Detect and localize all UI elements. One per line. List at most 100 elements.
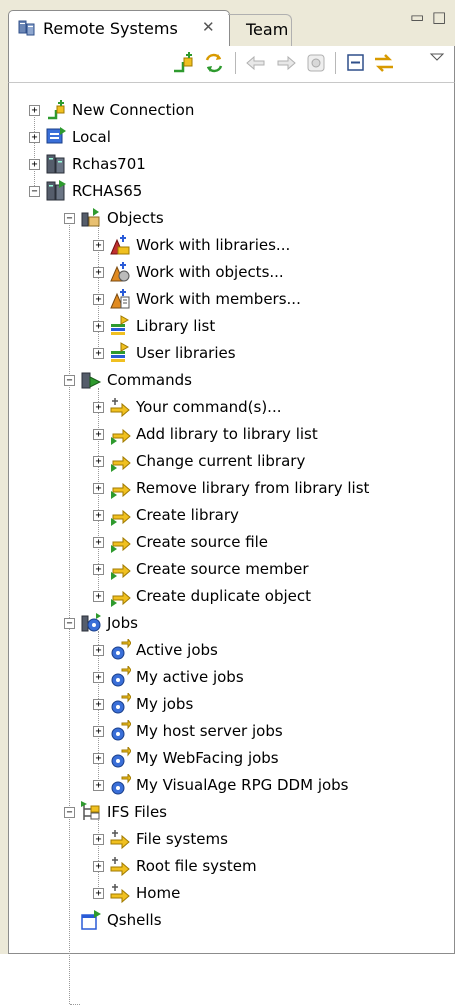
tree-node-label: Your command(s)... [136, 398, 282, 416]
remote-systems-icon [18, 20, 35, 36]
tab-team[interactable]: Team [228, 14, 292, 46]
forward-icon[interactable] [273, 50, 299, 76]
expand-icon[interactable]: + [93, 834, 104, 845]
tree-node-label: Rchas701 [72, 155, 146, 173]
toolbar-separator [335, 52, 336, 74]
collapse-icon[interactable]: − [64, 618, 75, 629]
object-filter-icon [110, 262, 130, 282]
command-icon [111, 455, 131, 472]
view-toolbar [8, 46, 455, 82]
expand-icon[interactable]: + [93, 861, 104, 872]
tree-node-label: My WebFacing jobs [136, 749, 279, 767]
view-tab-bar: Remote Systems ✕ Team ▭ □ [0, 0, 455, 46]
job-filter-icon [111, 720, 131, 741]
tab-remote-systems[interactable]: Remote Systems ✕ [8, 10, 230, 46]
tree-node-label: Commands [107, 371, 192, 389]
home-icon[interactable] [303, 50, 329, 76]
tree-node-label: Local [72, 128, 111, 146]
expand-icon[interactable]: + [93, 780, 104, 791]
minimize-icon[interactable]: ▭ [410, 8, 424, 26]
link-with-editor-icon[interactable] [371, 50, 397, 76]
ifs-subsystem-icon [81, 801, 100, 820]
tree-node-label: My jobs [136, 695, 194, 713]
tree-connector [34, 113, 35, 188]
tree-node-label: Add library to library list [136, 425, 318, 443]
collapse-all-icon[interactable] [343, 50, 369, 76]
tree-node-label: Root file system [136, 857, 257, 875]
expand-icon[interactable]: + [93, 672, 104, 683]
expand-icon[interactable]: + [29, 105, 40, 116]
commands-subsystem-icon [81, 372, 102, 389]
expand-icon[interactable]: + [93, 537, 104, 548]
expand-icon[interactable]: + [93, 726, 104, 737]
expand-icon[interactable]: + [93, 429, 104, 440]
expand-icon[interactable]: + [93, 240, 104, 251]
collapse-icon[interactable]: − [64, 807, 75, 818]
new-connection-icon [48, 100, 65, 120]
expand-icon[interactable]: + [93, 753, 104, 764]
tree-node-label: Library list [136, 317, 216, 335]
tree-node-label: Work with objects... [136, 263, 284, 281]
tree-node-label: Qshells [107, 911, 162, 929]
tab-remote-systems-label: Remote Systems [43, 19, 178, 38]
tree-connector [98, 820, 99, 893]
expand-icon[interactable]: + [93, 645, 104, 656]
tree-node-label: Jobs [107, 614, 138, 632]
jobs-subsystem-icon [81, 613, 101, 632]
collapse-icon[interactable]: − [29, 186, 40, 197]
define-connection-icon[interactable] [171, 50, 197, 76]
maximize-icon[interactable]: □ [432, 8, 446, 26]
tree-node-label: Objects [107, 209, 164, 227]
tree-node-label: New Connection [72, 101, 195, 119]
view-menu-icon[interactable] [425, 48, 451, 74]
tree-node-label: RCHAS65 [72, 182, 143, 200]
expand-icon[interactable]: + [93, 267, 104, 278]
tree-connector [69, 221, 70, 1004]
collapse-icon[interactable]: − [64, 213, 75, 224]
expand-icon[interactable]: + [29, 159, 40, 170]
member-filter-icon [110, 289, 130, 309]
user-libraries-icon [111, 342, 130, 362]
tree-node-label: File systems [136, 830, 228, 848]
tab-team-label: Team [246, 20, 289, 39]
expand-icon[interactable]: + [93, 456, 104, 467]
tree-node-label: User libraries [136, 344, 236, 362]
tree-node-label: My active jobs [136, 668, 244, 686]
tree-node-label: Active jobs [136, 641, 218, 659]
expand-icon[interactable]: + [93, 402, 104, 413]
back-icon[interactable] [243, 50, 269, 76]
connection-tree: + New Connection + Local + Rchas701 − RC… [8, 82, 455, 1005]
expand-icon[interactable]: + [93, 699, 104, 710]
expand-icon[interactable]: + [93, 888, 104, 899]
remote-systems-view: Remote Systems ✕ Team ▭ □ + New Connecti… [0, 0, 455, 1005]
expand-icon[interactable]: + [93, 294, 104, 305]
library-list-icon [111, 315, 130, 335]
expand-icon[interactable]: + [93, 564, 104, 575]
job-filter-icon [111, 666, 131, 687]
iseries-system-icon [46, 180, 66, 201]
expand-icon[interactable]: + [93, 510, 104, 521]
expand-icon[interactable]: + [93, 348, 104, 359]
expand-icon[interactable]: + [93, 591, 104, 602]
job-filter-icon [111, 639, 131, 660]
command-icon [111, 590, 131, 607]
expand-icon[interactable]: + [93, 483, 104, 494]
job-filter-icon [111, 693, 131, 714]
ifs-filter-icon [110, 884, 130, 904]
command-icon [111, 482, 131, 499]
tree-node-label: Create duplicate object [136, 587, 312, 605]
tree-node-label: Work with members... [136, 290, 301, 308]
tree-node-label: IFS Files [107, 803, 167, 821]
tree-node-label: Change current library [136, 452, 306, 470]
expand-icon[interactable]: + [29, 132, 40, 143]
tree-node-label: Remove library from library list [136, 479, 370, 497]
refresh-icon[interactable] [201, 50, 227, 76]
expand-icon[interactable]: + [93, 321, 104, 332]
local-system-icon [46, 127, 66, 144]
job-filter-icon [111, 774, 131, 795]
close-icon[interactable]: ✕ [202, 18, 215, 36]
tree-node-label: Home [136, 884, 181, 902]
tree-node-label: Work with libraries... [136, 236, 291, 254]
command-icon [110, 398, 130, 418]
collapse-icon[interactable]: − [64, 375, 75, 386]
